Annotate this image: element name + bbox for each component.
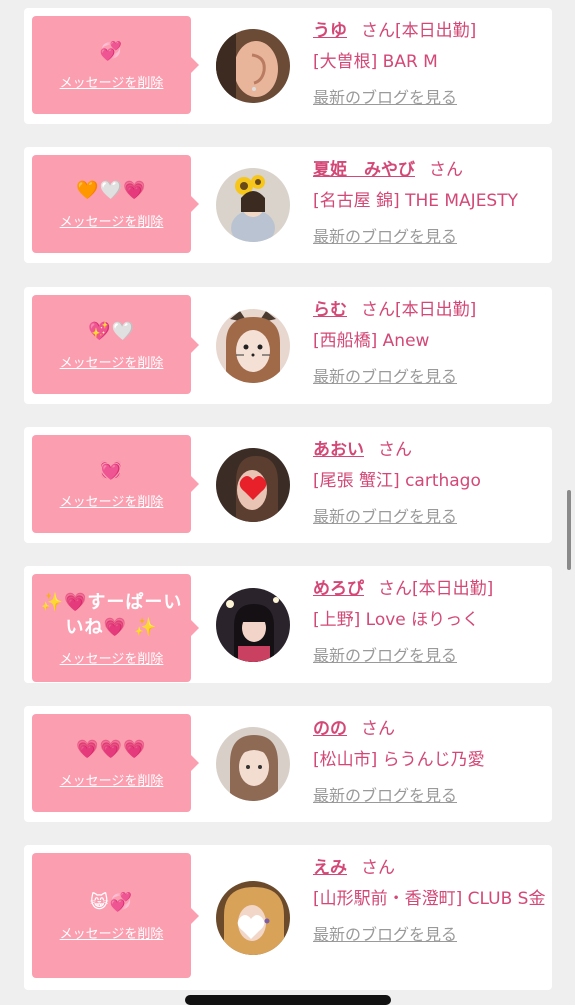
cast-info: 夏姫 みやび さん [名古屋 錦] THE MAJESTY 最新のブログを見る — [313, 155, 549, 247]
message-bubble: 💓 メッセージを削除 — [32, 435, 199, 533]
message-bubble: 🧡🤍💗 メッセージを削除 — [32, 155, 199, 253]
cast-name-link[interactable]: めろぴ — [313, 579, 364, 599]
delete-message-link[interactable]: メッセージを削除 — [60, 72, 164, 91]
honorific: さん — [361, 858, 395, 878]
name-line: えみ さん — [313, 853, 549, 884]
message-bubble: 😸💞 メッセージを削除 — [32, 853, 199, 978]
cast-info: えみ さん [山形駅前・香澄町] CLUB S金 最新のブログを見る — [313, 853, 549, 945]
latest-blog-link[interactable]: 最新のブログを見る — [313, 84, 457, 108]
avatar[interactable] — [216, 727, 290, 801]
cast-info: あおい さん [尾張 蟹江] carthago 最新のブログを見る — [313, 435, 549, 527]
message-text: 💓 — [99, 460, 124, 481]
status-badge: [本日出勤] — [395, 21, 477, 41]
message-text: 💞 — [99, 41, 124, 62]
cast-info: うゆ さん[本日出勤] [大曽根] BAR M 最新のブログを見る — [313, 16, 549, 108]
message-text: 💖🤍 — [88, 320, 135, 342]
cast-name-link[interactable]: えみ — [313, 858, 347, 878]
message-text: 😸💞 — [89, 891, 134, 913]
home-indicator — [185, 995, 391, 1005]
name-line: のの さん — [313, 714, 549, 745]
latest-blog-link[interactable]: 最新のブログを見る — [313, 642, 457, 666]
message-card: 🧡🤍💗 メッセージを削除 夏姫 みやび さん [名古屋 錦] THE MAJEST… — [24, 147, 552, 263]
delete-message-link[interactable]: メッセージを削除 — [60, 491, 164, 510]
cast-info: めろぴ さん[本日出勤] [上野] Love ほりっく 最新のブログを見る — [313, 574, 549, 666]
message-card: 💞 メッセージを削除 うゆ さん[本日出勤] [大曽根] BAR M 最新のブログ… — [24, 8, 552, 124]
shop-label: [大曽根] BAR M — [313, 52, 438, 72]
latest-blog-link[interactable]: 最新のブログを見る — [313, 223, 457, 247]
cast-name-link[interactable]: うゆ — [313, 21, 347, 41]
cast-name-link[interactable]: 夏姫 みやび — [313, 160, 415, 180]
delete-message-link[interactable]: メッセージを削除 — [60, 352, 164, 371]
delete-message-link[interactable]: メッセージを削除 — [60, 923, 164, 942]
delete-message-link[interactable]: メッセージを削除 — [60, 648, 164, 667]
shop-label: [松山市] らうんじ乃愛 — [313, 750, 485, 770]
latest-blog-link[interactable]: 最新のブログを見る — [313, 782, 457, 806]
latest-blog-link[interactable]: 最新のブログを見る — [313, 503, 457, 527]
name-line: めろぴ さん[本日出勤] — [313, 574, 549, 605]
cast-info: のの さん [松山市] らうんじ乃愛 最新のブログを見る — [313, 714, 549, 806]
latest-blog-link[interactable]: 最新のブログを見る — [313, 363, 457, 387]
cast-info: らむ さん[本日出勤] [西船橋] Anew 最新のブログを見る — [313, 295, 549, 387]
name-line: 夏姫 みやび さん — [313, 155, 549, 186]
message-text: 🧡🤍💗 — [76, 180, 147, 201]
scrollbar[interactable] — [567, 490, 571, 570]
avatar[interactable] — [216, 588, 290, 662]
message-card: ✨💗すーぱーいいね💗 ✨ メッセージを削除 めろぴ さん[本日出勤] [上野] L… — [24, 566, 552, 683]
status-badge: [本日出勤] — [412, 579, 494, 599]
delete-message-link[interactable]: メッセージを削除 — [60, 770, 164, 789]
shop-label: [上野] Love ほりっく — [313, 610, 480, 630]
avatar[interactable] — [216, 448, 290, 522]
message-text: 💗💗💗 — [76, 739, 147, 760]
name-line: あおい さん — [313, 435, 549, 466]
message-bubble: 💖🤍 メッセージを削除 — [32, 295, 199, 394]
shop-label: [山形駅前・香澄町] CLUB S金 — [313, 889, 546, 909]
shop-label: [尾張 蟹江] carthago — [313, 471, 481, 491]
status-badge: [本日出勤] — [395, 300, 477, 320]
message-card: 💖🤍 メッセージを削除 らむ さん[本日出勤] [西船橋] Anew 最新のブログ… — [24, 287, 552, 404]
avatar[interactable] — [216, 309, 290, 383]
latest-blog-link[interactable]: 最新のブログを見る — [313, 921, 457, 945]
delete-message-link[interactable]: メッセージを削除 — [60, 211, 164, 230]
message-bubble: ✨💗すーぱーいいね💗 ✨ メッセージを削除 — [32, 574, 199, 682]
cast-name-link[interactable]: らむ — [313, 300, 347, 320]
avatar[interactable] — [216, 168, 290, 242]
honorific: さん — [361, 719, 395, 739]
honorific: さん — [429, 160, 463, 180]
message-card: 💗💗💗 メッセージを削除 のの さん [松山市] らうんじ乃愛 最新のブログを見る — [24, 706, 552, 822]
avatar[interactable] — [216, 29, 290, 103]
honorific: さん — [361, 300, 395, 320]
shop-label: [西船橋] Anew — [313, 331, 430, 351]
honorific: さん — [378, 440, 412, 460]
message-card: 💓 メッセージを削除 あおい さん [尾張 蟹江] carthago 最新のブログ… — [24, 427, 552, 543]
honorific: さん — [361, 21, 395, 41]
message-bubble: 💗💗💗 メッセージを削除 — [32, 714, 199, 812]
message-text: ✨💗すーぱーいいね💗 ✨ — [40, 591, 183, 638]
avatar[interactable] — [216, 881, 290, 955]
name-line: らむ さん[本日出勤] — [313, 295, 549, 326]
name-line: うゆ さん[本日出勤] — [313, 16, 549, 47]
message-card: 😸💞 メッセージを削除 えみ さん [山形駅前・香澄町] CLUB S金 最新のブ… — [24, 845, 552, 990]
honorific: さん — [378, 579, 412, 599]
cast-name-link[interactable]: のの — [313, 719, 347, 739]
message-bubble: 💞 メッセージを削除 — [32, 16, 199, 114]
shop-label: [名古屋 錦] THE MAJESTY — [313, 191, 518, 211]
cast-name-link[interactable]: あおい — [313, 440, 364, 460]
